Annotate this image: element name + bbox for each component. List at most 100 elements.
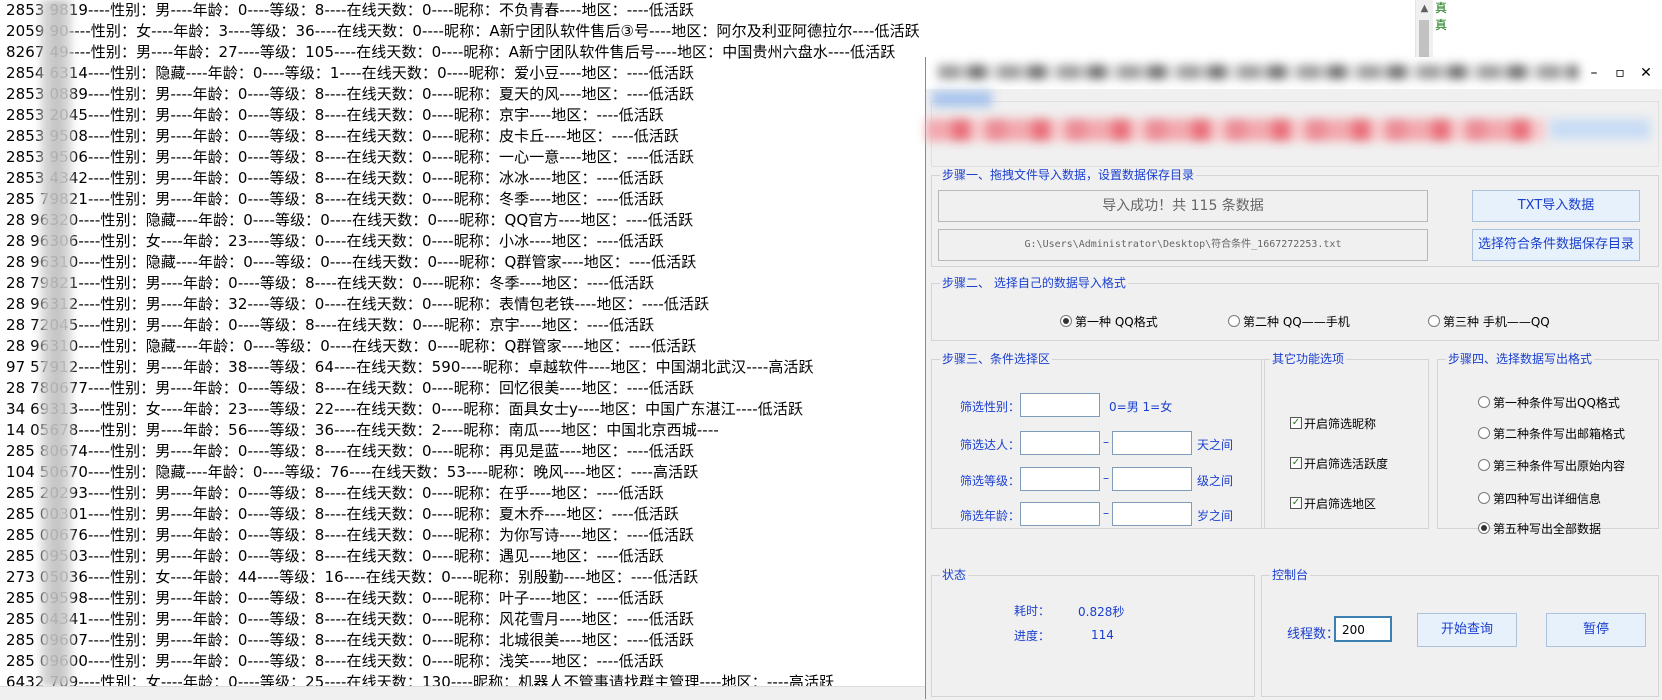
log-line: 2853 9819----性别：男----年龄：0----等级：8----在线天… [6,1,695,19]
step2-group: 步骤二、 选择自己的数据导入格式 [931,275,1659,341]
gender-hint: 0=男 1=女 [1109,400,1173,414]
threads-input[interactable]: 200 [1334,616,1392,642]
fans-label: 筛选达人： [960,438,1021,452]
age-max-input[interactable] [1112,502,1192,526]
choose-save-dir-button[interactable]: 选择符合条件数据保存目录 [1472,229,1640,261]
format-phone-qq-label: 第三种 手机——QQ [1443,315,1550,329]
scrollbar-thumb[interactable] [1419,20,1429,62]
log-line: 28 96312----性别：男----年龄：32----等级：0----在线天… [6,295,710,313]
log-line: 14 05678----性别：男----年龄：56----等级：36----在线… [6,421,719,439]
level-suffix: 级之间 [1197,474,1234,488]
scroll-up-icon[interactable]: ▲ [1416,0,1433,17]
log-line: 28 72045----性别：男----年龄：0----等级：8----在线天数… [6,316,655,334]
output-qq-radio[interactable] [1478,396,1490,408]
output-all-label: 第五种写出全部数据 [1493,522,1602,536]
log-line: 34 69313----性别：女----年龄：23----等级：22----在线… [6,400,804,418]
region-filter-label: 开启筛选地区 [1304,497,1377,511]
log-line: 28 79821----性别：男----年龄：0----等级：8----在线天数… [6,274,655,292]
log-line: 285 09598----性别：男----年龄：0----等级：8----在线天… [6,589,664,607]
log-line: 28 96310----性别：隐藏----年龄：0----等级：0----在线天… [6,337,697,355]
log-line: 285 20293----性别：男----年龄：0----等级：8----在线天… [6,484,664,502]
threads-label: 线程数： [1287,627,1340,642]
blurred-banner-icon [1550,119,1650,139]
blurred-banner-icon [926,119,1546,141]
level-max-input[interactable] [1112,467,1192,491]
log-line: 8267 49----性别：男----年龄：27----等级：105----在线… [6,43,896,61]
log-line: 97 57912----性别：男----年龄：38----等级：64----在线… [6,358,814,376]
log-line: 28 96306----性别：女----年龄：23----等级：0----在线天… [6,232,664,250]
step2-title: 步骤二、 选择自己的数据导入格式 [940,275,1128,291]
fans-max-input[interactable] [1112,431,1192,455]
format-qq-radio[interactable] [1060,315,1072,327]
output-email-label: 第二种条件写出邮箱格式 [1493,427,1626,441]
gender-label: 筛选性别： [960,400,1021,414]
age-min-input[interactable] [1020,502,1100,526]
minimize-icon[interactable]: – [1583,63,1605,83]
output-detail-radio[interactable] [1478,492,1490,504]
log-line: 2853 4342----性别：男----年龄：0----等级：8----在线天… [6,169,664,187]
age-label: 筛选年龄： [960,509,1021,523]
log-line: 285 09600----性别：男----年龄：0----等级：8----在线天… [6,652,664,670]
log-line: 285 04341----性别：男----年龄：0----等级：8----在线天… [6,610,695,628]
level-label: 筛选等级： [960,474,1021,488]
gender-input[interactable] [1020,393,1100,417]
log-line: 285 09503----性别：男----年龄：0----等级：8----在线天… [6,547,664,565]
activity-filter-label: 开启筛选活跃度 [1304,457,1389,471]
log-line: 6432 709----性别：女----年龄：0----等级：25----在线天… [6,673,835,686]
console-title: 控制台 [1270,567,1311,583]
title-bar[interactable]: – ▫ ✕ [926,57,1662,89]
pause-button[interactable]: 暂停 [1546,613,1646,647]
elapsed-time-label: 耗时： [1014,604,1051,618]
side-label: 真 [1435,18,1448,32]
fans-min-input[interactable] [1020,431,1100,455]
output-all-radio[interactable] [1478,522,1490,534]
output-raw-radio[interactable] [1478,459,1490,471]
output-email-radio[interactable] [1478,427,1490,439]
log-line: 28 96320----性别：隐藏----年龄：0----等级：0----在线天… [6,211,694,229]
maximize-icon[interactable]: ▫ [1609,63,1631,83]
activity-filter-checkbox[interactable]: ✓ [1290,457,1302,469]
blurred-title-icon [938,65,1578,79]
step3-title: 步骤三、条件选择区 [940,351,1053,367]
output-qq-label: 第一种条件写出QQ格式 [1493,396,1620,410]
format-phone-qq-radio[interactable] [1428,315,1440,327]
nickname-filter-checkbox[interactable]: ✓ [1290,417,1302,429]
region-filter-checkbox[interactable]: ✓ [1290,497,1302,509]
step1-title: 步骤一、拖拽文件导入数据，设置数据保存目录 [940,167,1197,183]
log-line: 285 00676----性别：男----年龄：0----等级：8----在线天… [6,526,695,544]
format-qq-phone-radio[interactable] [1228,315,1240,327]
import-status-field: 导入成功！共 115 条数据 [938,190,1428,222]
level-min-input[interactable] [1020,467,1100,491]
step4-title: 步骤四、选择数据写出格式 [1446,351,1595,367]
output-raw-label: 第三种条件写出原始内容 [1493,459,1626,473]
range-dash: – [1103,506,1109,520]
fans-suffix: 天之间 [1197,438,1234,452]
range-dash: – [1103,471,1109,485]
log-line: 285 80674----性别：男----年龄：0----等级：8----在线天… [6,442,695,460]
app-window: – ▫ ✕ 步骤一、拖拽文件导入数据，设置数据保存目录 导入成功！共 115 条… [925,57,1662,699]
log-line: 2853 2045----性别：男----年龄：0----等级：8----在线天… [6,106,664,124]
log-line: 2853 9508----性别：男----年龄：0----等级：8----在线天… [6,127,680,145]
save-path-field: G:\Users\Administrator\Desktop\符合条件_1667… [938,229,1428,261]
format-qq-phone-label: 第二种 QQ——手机 [1243,315,1350,329]
progress-value: 114 [1091,628,1114,642]
redacted-id-column [36,0,76,686]
txt-import-button[interactable]: TXT导入数据 [1472,190,1640,222]
nickname-filter-label: 开启筛选昵称 [1304,417,1377,431]
log-line: 28 96310----性别：隐藏----年龄：0----等级：0----在线天… [6,253,697,271]
log-line: 2853 0889----性别：男----年龄：0----等级：8----在线天… [6,85,695,103]
other-options-title: 其它功能选项 [1270,351,1347,367]
output-detail-label: 第四种写出详细信息 [1493,492,1602,506]
format-qq-label: 第一种 QQ格式 [1075,315,1158,329]
log-line: 285 09607----性别：男----年龄：0----等级：8----在线天… [6,631,695,649]
log-line: 2059 90----性别：女----年龄：3----等级：36----在线天数… [6,22,920,40]
start-query-button[interactable]: 开始查询 [1417,613,1517,647]
side-label: 真 [1435,1,1448,15]
blurred-banner-icon [932,91,992,107]
elapsed-time-value: 0.828秒 [1078,605,1125,619]
log-line: 104 50670----性别：隐藏----年龄：0----等级：76----在… [6,463,699,481]
log-line: 28 780677----性别：男----年龄：0----等级：8----在线天… [6,379,695,397]
log-line: 285 79821----性别：男----年龄：0----等级：8----在线天… [6,190,664,208]
close-icon[interactable]: ✕ [1635,63,1657,83]
log-line: 2853 9506----性别：男----年龄：0----等级：8----在线天… [6,148,695,166]
